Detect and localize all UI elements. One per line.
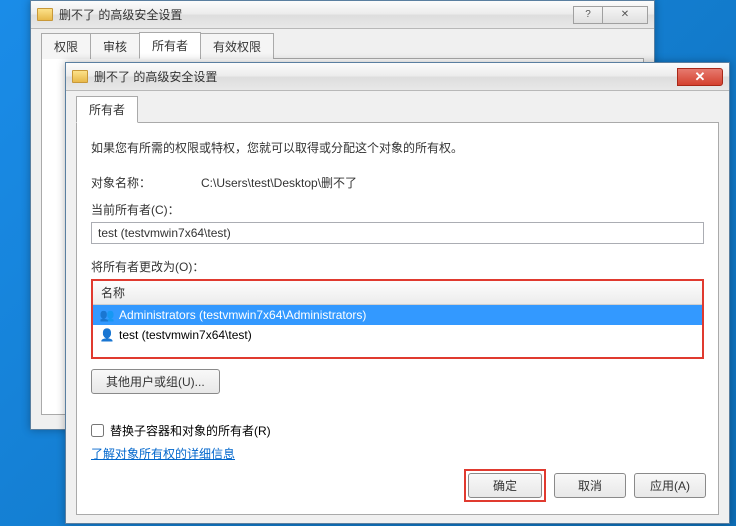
owner-listbox[interactable]: 名称 Administrators (testvmwin7x64\Adminis… bbox=[91, 279, 704, 359]
apply-button[interactable]: 应用(A) bbox=[634, 473, 706, 498]
learn-ownership-link[interactable]: 了解对象所有权的详细信息 bbox=[91, 445, 235, 462]
current-owner-label: 当前所有者(C)： bbox=[91, 201, 704, 218]
close-button-front[interactable]: ✕ bbox=[677, 68, 723, 86]
other-users-button[interactable]: 其他用户或组(U)... bbox=[91, 369, 220, 394]
titlebar-front[interactable]: 删不了 的高级安全设置 ✕ bbox=[66, 63, 729, 91]
change-owner-label: 将所有者更改为(O)： bbox=[91, 258, 704, 275]
list-item-administrators[interactable]: Administrators (testvmwin7x64\Administra… bbox=[93, 305, 702, 325]
owner-description: 如果您有所需的权限或特权，您就可以取得或分配这个对象的所有权。 bbox=[91, 139, 704, 156]
window-title-back: 删不了 的高级安全设置 bbox=[59, 6, 574, 23]
ok-highlight-box: 确定 bbox=[464, 469, 546, 502]
tabs-front: 所有者 bbox=[76, 99, 719, 123]
dialog-buttons: 确定 取消 应用(A) bbox=[464, 469, 706, 502]
tab-owner-front[interactable]: 所有者 bbox=[76, 96, 138, 123]
help-button[interactable]: ? bbox=[573, 6, 603, 24]
list-item-label: test (testvmwin7x64\test) bbox=[119, 328, 252, 342]
user-icon bbox=[99, 327, 115, 343]
titlebar-back[interactable]: 删不了 的高级安全设置 ? ✕ bbox=[31, 1, 654, 29]
tabs-back: 权限 审核 所有者 有效权限 bbox=[41, 35, 644, 59]
folder-icon bbox=[37, 7, 53, 23]
cancel-button[interactable]: 取消 bbox=[554, 473, 626, 498]
object-name-row: 对象名称： C:\Users\test\Desktop\删不了 bbox=[91, 174, 704, 191]
tab-permissions[interactable]: 权限 bbox=[41, 33, 91, 59]
window-controls-back: ? ✕ bbox=[574, 6, 648, 24]
folder-icon bbox=[72, 69, 88, 85]
replace-owner-checkbox[interactable] bbox=[91, 424, 104, 437]
replace-owner-row: 替换子容器和对象的所有者(R) bbox=[91, 422, 704, 439]
window-controls-front: ✕ bbox=[678, 68, 723, 86]
object-name-label: 对象名称： bbox=[91, 174, 201, 191]
close-button-back[interactable]: ✕ bbox=[602, 6, 648, 24]
tab-audit[interactable]: 审核 bbox=[90, 33, 140, 59]
client-area-front: 所有者 如果您有所需的权限或特权，您就可以取得或分配这个对象的所有权。 对象名称… bbox=[66, 91, 729, 523]
owner-panel: 如果您有所需的权限或特权，您就可以取得或分配这个对象的所有权。 对象名称： C:… bbox=[76, 123, 719, 515]
replace-owner-label: 替换子容器和对象的所有者(R) bbox=[110, 422, 271, 439]
list-item-label: Administrators (testvmwin7x64\Administra… bbox=[119, 308, 366, 322]
advanced-security-window-front: 删不了 的高级安全设置 ✕ 所有者 如果您有所需的权限或特权，您就可以取得或分配… bbox=[65, 62, 730, 524]
tab-owner-back[interactable]: 所有者 bbox=[139, 32, 201, 59]
tab-effective[interactable]: 有效权限 bbox=[200, 33, 274, 59]
users-icon bbox=[99, 307, 115, 323]
object-name-value: C:\Users\test\Desktop\删不了 bbox=[201, 174, 357, 191]
list-item-test[interactable]: test (testvmwin7x64\test) bbox=[93, 325, 702, 345]
current-owner-field bbox=[91, 222, 704, 244]
window-title-front: 删不了 的高级安全设置 bbox=[94, 68, 678, 85]
ok-button[interactable]: 确定 bbox=[468, 473, 542, 498]
list-header-name[interactable]: 名称 bbox=[93, 281, 702, 305]
